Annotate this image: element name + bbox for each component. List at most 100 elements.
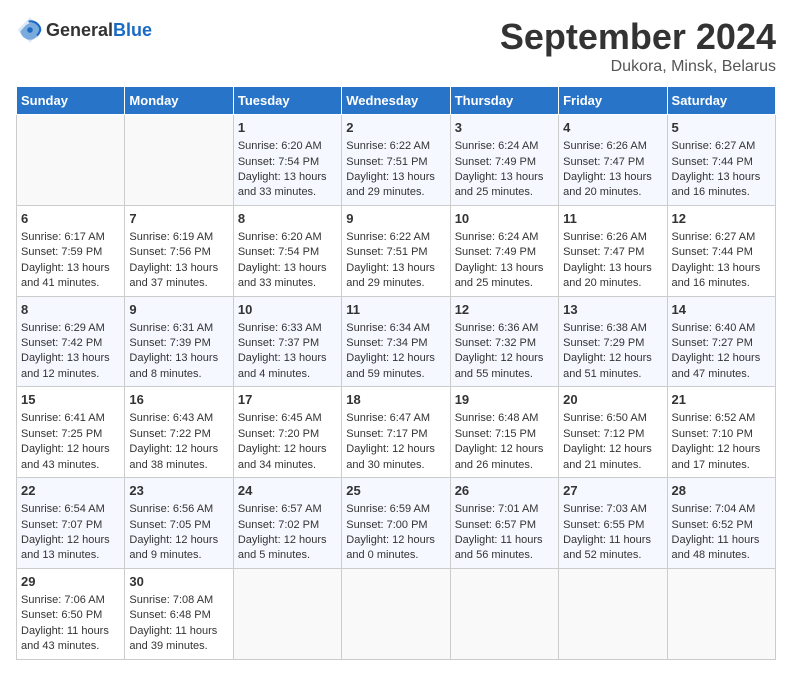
day-info-line: Sunrise: 6:56 AM [129,502,228,517]
day-number: 20 [563,391,662,409]
day-info-line: Sunrise: 6:26 AM [563,230,662,245]
day-number: 8 [238,210,337,228]
day-info-line: and 34 minutes. [238,458,337,473]
calendar-cell: 5Sunrise: 6:27 AMSunset: 7:44 PMDaylight… [667,115,775,206]
day-info-line: Sunset: 7:54 PM [238,155,337,170]
day-info-line: Sunset: 7:32 PM [455,336,554,351]
day-number: 2 [346,119,445,137]
day-number: 12 [455,301,554,319]
calendar-cell [125,115,233,206]
calendar-cell: 30Sunrise: 7:08 AMSunset: 6:48 PMDayligh… [125,568,233,659]
day-info-line: Sunset: 7:15 PM [455,427,554,442]
day-info-line: Daylight: 12 hours [346,442,445,457]
day-number: 22 [21,482,120,500]
calendar-cell: 29Sunrise: 7:06 AMSunset: 6:50 PMDayligh… [17,568,125,659]
day-number: 21 [672,391,771,409]
day-info-line: and 29 minutes. [346,185,445,200]
day-info-line: Sunset: 7:51 PM [346,155,445,170]
calendar-cell [450,568,558,659]
day-info-line: Sunset: 6:57 PM [455,518,554,533]
header-day-friday: Friday [559,87,667,115]
day-info-line: Sunrise: 6:33 AM [238,321,337,336]
day-info-line: Daylight: 13 hours [346,170,445,185]
day-number: 14 [672,301,771,319]
day-number: 10 [455,210,554,228]
day-number: 18 [346,391,445,409]
day-info-line: and 30 minutes. [346,458,445,473]
day-info-line: and 41 minutes. [21,276,120,291]
calendar-cell: 4Sunrise: 6:26 AMSunset: 7:47 PMDaylight… [559,115,667,206]
day-info-line: Sunrise: 6:41 AM [21,411,120,426]
day-info-line: and 20 minutes. [563,276,662,291]
day-info-line: Sunrise: 6:29 AM [21,321,120,336]
page-title: September 2024 [500,16,776,58]
logo-icon [16,16,44,44]
day-info-line: and 48 minutes. [672,548,771,563]
day-info-line: Sunrise: 6:31 AM [129,321,228,336]
day-info-line: Sunset: 7:44 PM [672,155,771,170]
day-info-line: Daylight: 13 hours [672,261,771,276]
day-info-line: Sunset: 7:12 PM [563,427,662,442]
day-info-line: Daylight: 12 hours [21,533,120,548]
calendar-cell: 16Sunrise: 6:43 AMSunset: 7:22 PMDayligh… [125,387,233,478]
calendar-cell: 1Sunrise: 6:20 AMSunset: 7:54 PMDaylight… [233,115,341,206]
header-day-saturday: Saturday [667,87,775,115]
calendar-header-row: SundayMondayTuesdayWednesdayThursdayFrid… [17,87,776,115]
day-info-line: Daylight: 13 hours [129,351,228,366]
day-info-line: Sunrise: 7:04 AM [672,502,771,517]
calendar-week-row: 29Sunrise: 7:06 AMSunset: 6:50 PMDayligh… [17,568,776,659]
day-info-line: Daylight: 13 hours [672,170,771,185]
day-info-line: and 8 minutes. [129,367,228,382]
calendar-table: SundayMondayTuesdayWednesdayThursdayFrid… [16,86,776,660]
calendar-cell: 8Sunrise: 6:20 AMSunset: 7:54 PMDaylight… [233,205,341,296]
day-info-line: and 55 minutes. [455,367,554,382]
day-info-line: Daylight: 12 hours [672,442,771,457]
calendar-cell: 6Sunrise: 6:17 AMSunset: 7:59 PMDaylight… [17,205,125,296]
day-info-line: Sunrise: 6:27 AM [672,230,771,245]
day-number: 15 [21,391,120,409]
day-number: 19 [455,391,554,409]
day-info-line: and 47 minutes. [672,367,771,382]
calendar-cell: 14Sunrise: 6:40 AMSunset: 7:27 PMDayligh… [667,296,775,387]
day-info-line: and 17 minutes. [672,458,771,473]
day-info-line: Sunset: 7:27 PM [672,336,771,351]
day-number: 30 [129,573,228,591]
calendar-cell: 24Sunrise: 6:57 AMSunset: 7:02 PMDayligh… [233,478,341,569]
header-day-thursday: Thursday [450,87,558,115]
day-info-line: Sunset: 7:37 PM [238,336,337,351]
day-info-line: and 0 minutes. [346,548,445,563]
day-info-line: Sunrise: 6:19 AM [129,230,228,245]
day-info-line: Sunrise: 6:20 AM [238,139,337,154]
day-number: 26 [455,482,554,500]
day-info-line: Daylight: 12 hours [21,442,120,457]
calendar-cell: 11Sunrise: 6:26 AMSunset: 7:47 PMDayligh… [559,205,667,296]
day-info-line: Sunset: 7:54 PM [238,245,337,260]
day-info-line: Sunset: 7:42 PM [21,336,120,351]
day-info-line: Sunrise: 7:01 AM [455,502,554,517]
day-number: 23 [129,482,228,500]
day-info-line: Sunset: 7:17 PM [346,427,445,442]
day-info-line: Sunset: 6:48 PM [129,608,228,623]
calendar-cell: 20Sunrise: 6:50 AMSunset: 7:12 PMDayligh… [559,387,667,478]
day-info-line: Daylight: 12 hours [346,533,445,548]
day-number: 28 [672,482,771,500]
calendar-week-row: 1Sunrise: 6:20 AMSunset: 7:54 PMDaylight… [17,115,776,206]
day-info-line: Sunrise: 6:38 AM [563,321,662,336]
day-info-line: Sunset: 7:47 PM [563,245,662,260]
day-info-line: Sunset: 7:25 PM [21,427,120,442]
calendar-cell [342,568,450,659]
calendar-cell: 13Sunrise: 6:38 AMSunset: 7:29 PMDayligh… [559,296,667,387]
calendar-cell: 28Sunrise: 7:04 AMSunset: 6:52 PMDayligh… [667,478,775,569]
day-info-line: Sunrise: 6:24 AM [455,139,554,154]
calendar-week-row: 22Sunrise: 6:54 AMSunset: 7:07 PMDayligh… [17,478,776,569]
day-info-line: Sunrise: 6:34 AM [346,321,445,336]
day-number: 6 [21,210,120,228]
day-info-line: Sunrise: 7:08 AM [129,593,228,608]
day-info-line: and 38 minutes. [129,458,228,473]
day-info-line: Sunset: 7:34 PM [346,336,445,351]
day-info-line: Daylight: 12 hours [238,442,337,457]
day-info-line: Daylight: 13 hours [21,261,120,276]
day-info-line: Sunset: 7:05 PM [129,518,228,533]
day-number: 9 [129,301,228,319]
calendar-cell: 26Sunrise: 7:01 AMSunset: 6:57 PMDayligh… [450,478,558,569]
